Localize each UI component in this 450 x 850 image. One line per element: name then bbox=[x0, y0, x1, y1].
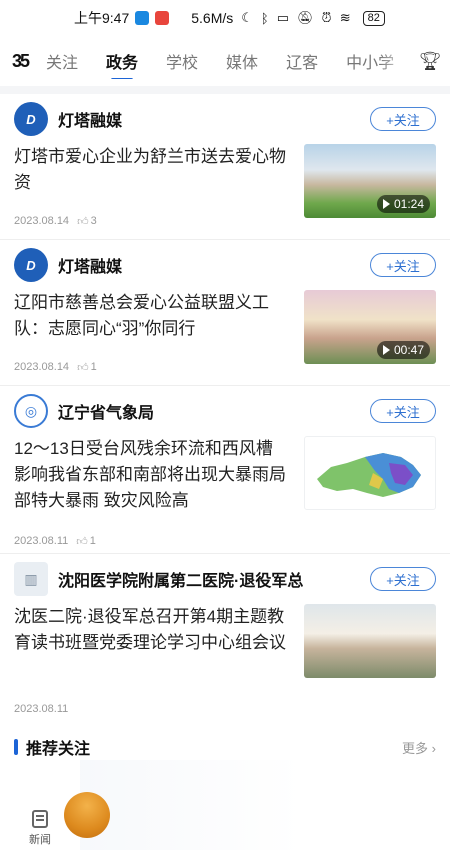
follow-button[interactable]: +关注 bbox=[370, 253, 436, 277]
status-bar: 上午9:47 5.6M/s ☾ ᛒ ▭ 🔕︎ ⏰︎ ≋ 82 bbox=[0, 0, 450, 36]
follow-button[interactable]: +关注 bbox=[370, 567, 436, 591]
card-meta: 2023.08.11 bbox=[14, 694, 436, 724]
tab-government[interactable]: 政务 bbox=[106, 43, 138, 79]
like-icon: 👍︎ bbox=[76, 535, 88, 548]
news-feed: D 灯塔融媒 +关注 灯塔市爱心企业为舒兰市送去爱心物资 01:24 2023.… bbox=[0, 94, 450, 722]
play-icon bbox=[382, 199, 390, 209]
news-card[interactable]: ▥ 沈阳医学院附属第二医院·退役军总 +关注 沈医二院·退役军总召开第4期主题教… bbox=[0, 554, 450, 722]
publish-date: 2023.08.14 bbox=[14, 215, 70, 227]
source-name[interactable]: 灯塔融媒 bbox=[58, 253, 370, 277]
status-icons: ☾ ᛒ ▭ 🔕︎ ⏰︎ ≋ 82 bbox=[241, 10, 385, 26]
divider bbox=[0, 86, 450, 94]
news-title[interactable]: 灯塔市爱心企业为舒兰市送去爱心物资 bbox=[14, 144, 288, 206]
news-thumbnail[interactable] bbox=[304, 604, 436, 678]
app-notification-icon bbox=[135, 11, 150, 25]
news-title[interactable]: 12～13日受台风残余环流和西风槽影响我省东部和南部将出现大暴雨局部特大暴雨 致… bbox=[14, 436, 288, 524]
news-icon bbox=[32, 809, 48, 828]
channel-tabs: 关注 政务 学校 媒体 辽客 中小学 bbox=[46, 43, 410, 79]
publish-date: 2023.08.11 bbox=[14, 703, 69, 715]
bluetooth-icon: ᛒ bbox=[260, 10, 269, 26]
map-graphic bbox=[317, 453, 421, 497]
chevron-right-icon: › bbox=[431, 740, 436, 756]
tab-media[interactable]: 媒体 bbox=[226, 43, 258, 79]
news-card[interactable]: ◎ 辽宁省气象局 +关注 12～13日受台风残余环流和西风槽影响我省东部和南部将… bbox=[0, 386, 450, 554]
video-duration-badge: 00:47 bbox=[376, 341, 430, 359]
play-icon bbox=[382, 345, 390, 355]
mute-icon: 🔕︎ bbox=[297, 10, 314, 25]
source-avatar[interactable]: D bbox=[14, 102, 48, 136]
like-icon: 👍︎ bbox=[77, 215, 89, 228]
video-duration-badge: 01:24 bbox=[376, 195, 430, 213]
video-thumbnail[interactable]: 01:24 bbox=[304, 144, 436, 218]
follow-button[interactable]: +关注 bbox=[370, 107, 436, 131]
video-duration: 01:24 bbox=[393, 197, 424, 211]
tabs-fade bbox=[380, 36, 410, 86]
card-header: ◎ 辽宁省气象局 +关注 bbox=[14, 386, 436, 436]
status-time: 上午9:47 bbox=[74, 10, 130, 26]
bottom-tab-news[interactable]: 新闻 bbox=[0, 806, 80, 850]
card-body: 沈医二院·退役军总召开第4期主题教育读书班暨党委理论学习中心组会议 bbox=[14, 604, 436, 692]
more-label: 更多 bbox=[402, 740, 429, 756]
publish-date: 2023.08.11 bbox=[14, 535, 69, 547]
like-count: 3 bbox=[90, 215, 97, 227]
channel-nav: 35 关注 政务 学校 媒体 辽客 中小学 🏆︎ bbox=[0, 36, 450, 86]
card-header: D 灯塔融媒 +关注 bbox=[14, 240, 436, 290]
battery-indicator: 82 bbox=[362, 10, 385, 26]
like-count: 1 bbox=[89, 535, 96, 547]
tab-liaoke[interactable]: 辽客 bbox=[286, 43, 318, 79]
source-name[interactable]: 沈阳医学院附属第二医院·退役军总 bbox=[58, 567, 324, 591]
tab-school[interactable]: 学校 bbox=[166, 43, 198, 79]
card-header: D 灯塔融媒 +关注 bbox=[14, 94, 436, 144]
bottom-tab-label: 新闻 bbox=[29, 833, 51, 846]
source-avatar[interactable]: ◎ bbox=[14, 394, 48, 428]
card-meta: 2023.08.11 👍︎ 1 bbox=[14, 526, 436, 556]
card-header: ▥ 沈阳医学院附属第二医院·退役军总 +关注 bbox=[14, 554, 436, 604]
news-card[interactable]: D 灯塔融媒 +关注 灯塔市爱心企业为舒兰市送去爱心物资 01:24 2023.… bbox=[0, 94, 450, 240]
source-name[interactable]: 辽宁省气象局 bbox=[58, 399, 370, 423]
follow-button[interactable]: +关注 bbox=[370, 399, 436, 423]
video-thumbnail[interactable]: 00:47 bbox=[304, 290, 436, 364]
source-avatar[interactable]: ▥ bbox=[14, 562, 48, 596]
news-title[interactable]: 辽阳市慈善总会爱心公益联盟义工队：志愿同心“羽”你同行 bbox=[14, 290, 288, 352]
like-icon: 👍︎ bbox=[77, 361, 89, 374]
section-accent-bar bbox=[14, 739, 18, 755]
weather-map-thumbnail[interactable] bbox=[304, 436, 436, 510]
alarm-icon: ⏰︎ bbox=[321, 10, 332, 25]
moon-icon: ☾ bbox=[241, 10, 253, 25]
news-title[interactable]: 沈医二院·退役军总召开第4期主题教育读书班暨党委理论学习中心组会议 bbox=[14, 604, 288, 692]
recommend-section-header: 推荐关注 更多 › bbox=[0, 732, 450, 762]
wifi-icon: ≋ bbox=[339, 10, 351, 25]
source-avatar[interactable]: D bbox=[14, 248, 48, 282]
tab-follow[interactable]: 关注 bbox=[46, 43, 78, 79]
app-notification-icon bbox=[155, 11, 170, 25]
recommend-title: 推荐关注 bbox=[26, 741, 91, 758]
like-count: 1 bbox=[90, 361, 97, 373]
more-link[interactable]: 更多 › bbox=[402, 738, 436, 757]
bottom-overlay bbox=[80, 760, 450, 850]
publish-date: 2023.08.14 bbox=[14, 361, 70, 373]
card-body: 12～13日受台风残余环流和西风槽影响我省东部和南部将出现大暴雨局部特大暴雨 致… bbox=[14, 436, 436, 524]
vibrate-icon: ▭ bbox=[276, 10, 290, 25]
trophy-icon[interactable]: 🏆︎ bbox=[410, 51, 450, 72]
source-name[interactable]: 灯塔融媒 bbox=[58, 107, 370, 131]
network-speed: 5.6M/s bbox=[191, 10, 234, 26]
logo-icon[interactable]: 35 bbox=[0, 51, 46, 72]
video-duration: 00:47 bbox=[393, 343, 424, 357]
news-card[interactable]: D 灯塔融媒 +关注 辽阳市慈善总会爱心公益联盟义工队：志愿同心“羽”你同行 0… bbox=[0, 240, 450, 386]
